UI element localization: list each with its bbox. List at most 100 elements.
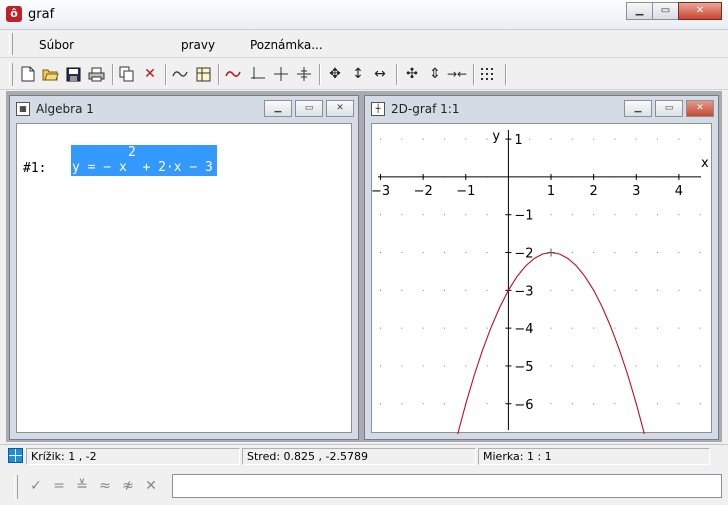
graph-maximize-button[interactable]: ▭ xyxy=(655,100,683,117)
function-icon[interactable] xyxy=(171,65,189,83)
graph-minimize-button[interactable]: ▁ xyxy=(624,100,652,117)
grid-dot xyxy=(550,327,552,329)
graph-window-icon[interactable]: ┼ xyxy=(371,102,385,116)
grid-dot xyxy=(614,403,616,405)
delete-icon[interactable]: ✕ xyxy=(141,65,159,83)
curve-icon[interactable] xyxy=(224,65,242,83)
grid-dot xyxy=(614,252,616,254)
grid-dot xyxy=(657,289,659,291)
graph-content[interactable]: −3 −2 −1 1 2 3 4 1 −1 −2 −3 −4 −5 −6 x y xyxy=(371,123,713,436)
menu-bar: Súbor pravy Poznámka... xyxy=(0,30,728,58)
grid-dot xyxy=(593,252,595,254)
grid-dot xyxy=(678,403,680,405)
abc-table-icon[interactable] xyxy=(194,65,212,83)
grid-dot xyxy=(486,252,488,254)
algebra-window-controls: ▁ ▭ ✕ xyxy=(261,100,354,117)
input-bar: ✓ = ≚ ≈ ≉ ✕ xyxy=(0,468,728,505)
copy-icon[interactable] xyxy=(118,65,136,83)
grid-dot xyxy=(443,365,445,367)
less-equal-icon[interactable]: ≚ xyxy=(74,478,90,494)
toolbar-separator xyxy=(218,64,220,85)
grid-dot xyxy=(699,403,701,405)
expression-exponent: 2 xyxy=(128,145,136,160)
grid-dot xyxy=(443,214,445,216)
graph-window-titlebar[interactable]: ┼ 2D-graf 1:1 ▁ ▭ ✕ xyxy=(365,96,718,121)
print-icon[interactable] xyxy=(87,65,105,83)
grid-dot xyxy=(571,252,573,254)
grid-dot xyxy=(550,403,552,405)
x-tick-label: 4 xyxy=(675,184,683,199)
algebra-maximize-button[interactable]: ▭ xyxy=(295,100,323,117)
approx-icon[interactable]: ≈ xyxy=(97,478,113,494)
cancel-icon[interactable]: ✕ xyxy=(143,478,159,494)
equals-icon[interactable]: = xyxy=(51,478,67,494)
grid-dot xyxy=(593,403,595,405)
grid-dot xyxy=(678,214,680,216)
grid-dots-icon[interactable] xyxy=(479,65,497,83)
cross-hash-icon[interactable] xyxy=(295,65,313,83)
cross-icon[interactable] xyxy=(272,65,290,83)
maximize-button[interactable]: ▭ xyxy=(652,2,679,20)
app-icon[interactable]: ô xyxy=(6,6,22,22)
y-tick-label: −3 xyxy=(514,284,533,299)
menu-grip[interactable] xyxy=(9,33,13,55)
close-button[interactable]: ✕ xyxy=(678,2,722,20)
grid-dot xyxy=(635,327,637,329)
function-curve[interactable] xyxy=(456,251,646,436)
open-folder-icon[interactable] xyxy=(41,65,59,83)
grid-dot xyxy=(401,138,403,140)
expression-selected[interactable]: 2 y = − x + 2·x − 3 xyxy=(71,145,217,176)
toolbar-grip[interactable] xyxy=(9,63,13,86)
move-vertical-icon[interactable]: ↕ xyxy=(349,65,367,83)
toolbar-separator xyxy=(473,64,475,85)
grid-dot xyxy=(422,327,424,329)
x-tick-label: −2 xyxy=(414,184,433,199)
menu-item-pravy[interactable]: pravy xyxy=(181,38,215,52)
crosshair-icon xyxy=(8,448,23,463)
menu-item-subor[interactable]: Súbor xyxy=(39,38,74,52)
zoom-in-all-icon[interactable]: ✣ xyxy=(403,65,421,83)
algebra-minimize-button[interactable]: ▁ xyxy=(264,100,292,117)
save-icon[interactable] xyxy=(64,65,82,83)
toolbar-separator xyxy=(165,64,167,85)
grid-dot xyxy=(550,289,552,291)
function-plot[interactable]: −3 −2 −1 1 2 3 4 1 −1 −2 −3 −4 −5 −6 x y xyxy=(371,124,713,436)
move-all-icon[interactable]: ✥ xyxy=(326,65,344,83)
y-tick-label: −2 xyxy=(514,247,533,262)
grid-dot xyxy=(550,138,552,140)
grid-dot xyxy=(657,365,659,367)
grid-dot xyxy=(593,327,595,329)
grid-dot xyxy=(614,214,616,216)
algebra-window-titlebar[interactable]: ▦ Algebra 1 ▁ ▭ ✕ xyxy=(10,96,358,121)
grid-dot xyxy=(443,289,445,291)
toolbar-separator xyxy=(396,64,398,85)
expression-input[interactable] xyxy=(172,474,722,498)
x-tick-label: 1 xyxy=(547,184,555,199)
approx-check-icon[interactable]: ≉ xyxy=(120,478,136,494)
graph-close-button[interactable]: ✕ xyxy=(686,100,714,117)
grid-dot xyxy=(635,365,637,367)
axis-icon[interactable] xyxy=(249,65,267,83)
grid-dot xyxy=(422,365,424,367)
algebra-window-icon[interactable]: ▦ xyxy=(16,102,30,116)
menu-item-poznamka[interactable]: Poznámka... xyxy=(250,38,323,52)
input-grip[interactable] xyxy=(14,475,18,499)
grid-dot xyxy=(401,252,403,254)
algebra-close-button[interactable]: ✕ xyxy=(326,100,354,117)
title-bar: ô graf ▁ ▭ ✕ xyxy=(0,0,728,30)
zoom-vertical-icon[interactable]: ⇕ xyxy=(426,65,444,83)
grid-dot xyxy=(443,138,445,140)
check-icon[interactable]: ✓ xyxy=(28,478,44,494)
zoom-horizontal-icon[interactable]: →← xyxy=(447,65,467,83)
grid-dot xyxy=(380,252,382,254)
new-file-icon[interactable] xyxy=(19,65,37,83)
minimize-button[interactable]: ▁ xyxy=(626,2,653,20)
grid-dot xyxy=(401,403,403,405)
grid-dot xyxy=(571,365,573,367)
grid-dot xyxy=(699,214,701,216)
grid-dot xyxy=(486,403,488,405)
move-horizontal-icon[interactable]: ↔ xyxy=(371,65,389,83)
algebra-content[interactable]: #1: 2 y = − x + 2·x − 3 xyxy=(16,123,352,433)
x-tick-label: 3 xyxy=(632,184,640,199)
grid-dot xyxy=(593,365,595,367)
